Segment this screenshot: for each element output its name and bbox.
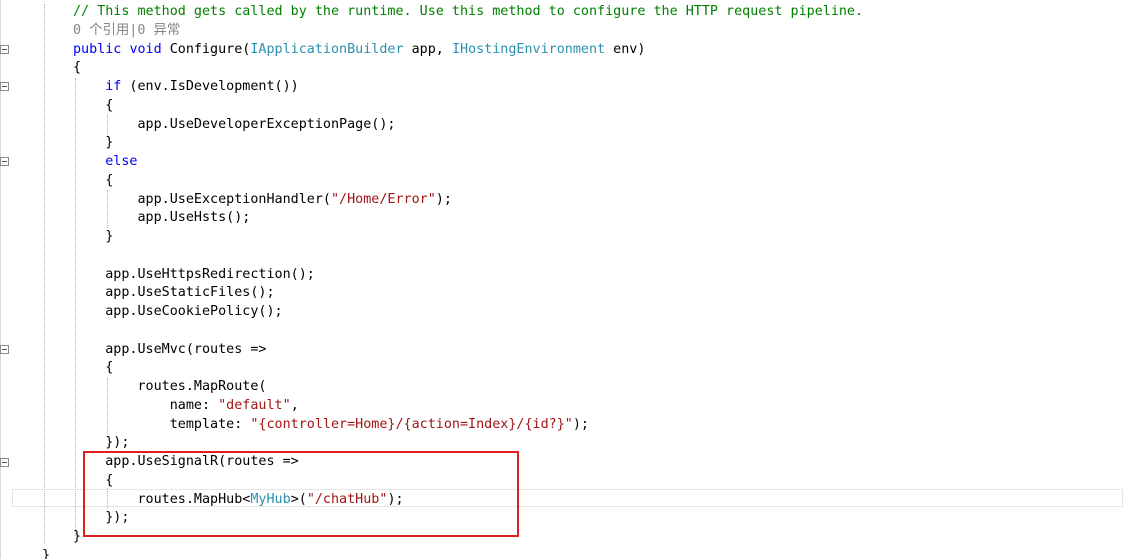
code-token: app, [403,41,452,57]
code-line: // This method gets called by the runtim… [73,3,863,22]
code-line: { [73,359,113,378]
code-token: routes.MapRoute( [73,379,267,394]
fold-toggle-icon[interactable] [0,82,9,91]
fold-toggle-icon[interactable] [0,345,9,354]
code-token: if [105,79,122,94]
code-token: 0 个引用|0 异常 [73,22,181,38]
codelens-info: 0 个引用|0 异常 [73,22,180,41]
code-editor[interactable]: // This method gets called by the runtim… [0,0,1123,559]
code-token: }); [73,435,130,451]
code-token: name: [73,397,219,413]
code-token: app.UseMvc(routes => [73,341,267,357]
code-line: app.UseStaticFiles(); [73,284,275,303]
code-token: // This method gets called by the runtim… [73,4,864,19]
code-token: { [73,97,114,113]
code-token: "default" [218,397,291,413]
fold-toggle-icon[interactable] [0,458,9,467]
code-line: app.UseExceptionHandler("/Home/Error"); [73,191,452,210]
fold-toggle-icon[interactable] [0,157,9,166]
code-token: app.UseDeveloperExceptionPage(); [73,116,396,132]
code-token: "/Home/Error" [330,191,436,207]
code-token: IHostingEnvironment [451,41,606,57]
fold-toggle-icon[interactable] [0,45,9,54]
code-line: name: "default", [73,397,299,416]
code-token: app.UseHsts(); [73,210,251,226]
code-line: if (env.IsDevelopment()) [73,78,299,97]
code-token: app.UseStaticFiles(); [73,285,275,301]
code-token: } [73,529,82,544]
code-line: { [73,172,113,191]
code-token: public [73,41,122,57]
indent-guide [44,4,45,544]
code-token: { [73,360,114,376]
code-token: } [42,547,51,559]
code-token: , [290,397,299,413]
code-token: } [73,135,114,151]
code-line: public void Configure(IApplicationBuilde… [73,41,645,60]
code-token: else [105,154,138,169]
code-token: ); [572,416,589,432]
code-token: } [73,229,114,244]
code-token: "{controller=Home}/{action=Index}/{id?}" [250,416,573,432]
code-line: app.UseMvc(routes => [73,341,266,360]
code-line: template: "{controller=Home}/{action=Ind… [73,416,589,435]
code-line: } [73,228,113,247]
code-line: { [73,97,113,116]
code-token: void [129,41,162,57]
code-token: (env.IsDevelopment()) [121,79,299,94]
code-token: template: [73,416,251,432]
code-token: app.UseHttpsRedirection(); [73,266,315,282]
code-line: } [73,528,81,547]
code-line: { [73,59,81,78]
code-token: app.UseExceptionHandler( [73,191,331,207]
code-line: } [42,547,50,559]
code-token: { [73,172,114,188]
highlight-annotation-box [83,451,519,537]
code-line: } [73,134,113,153]
code-token: ); [435,191,452,207]
code-line: app.UseHttpsRedirection(); [73,266,315,285]
code-token: app.UseCookiePolicy(); [73,304,283,319]
code-line: routes.MapRoute( [73,378,266,397]
code-token: Configure( [161,41,251,57]
code-token: env) [605,41,646,57]
code-line: app.UseCookiePolicy(); [73,303,283,322]
code-line: app.UseHsts(); [73,209,250,228]
code-line: app.UseDeveloperExceptionPage(); [73,116,395,135]
code-token: IApplicationBuilder [250,41,404,57]
code-token: { [73,60,82,76]
code-line: else [73,153,138,172]
